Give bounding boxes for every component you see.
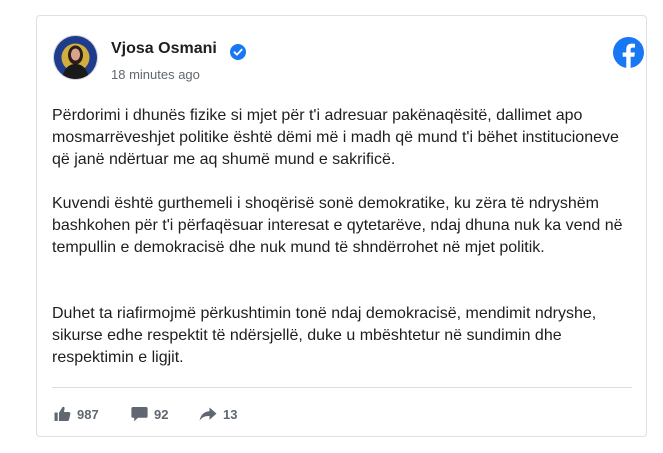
post-paragraph: Përdorimi i dhunës fizike si mjet për t'… — [52, 107, 619, 168]
like-count[interactable]: 987 — [54, 404, 99, 424]
facebook-logo-icon[interactable] — [613, 37, 644, 68]
share-count-value: 13 — [223, 406, 238, 422]
author-avatar[interactable] — [53, 35, 98, 80]
share-arrow-icon — [199, 407, 217, 421]
stats-divider — [52, 387, 632, 388]
facebook-post-card: Vjosa Osmani 18 minutes ago Përdorimi i … — [36, 15, 647, 437]
comment-count[interactable]: 92 — [131, 404, 168, 424]
post-paragraph: Duhet ta riafirmojmë përkushtimin tonë n… — [52, 305, 597, 366]
comment-count-value: 92 — [154, 406, 169, 422]
author-name[interactable]: Vjosa Osmani — [111, 40, 217, 58]
like-count-value: 987 — [77, 406, 99, 422]
post-body: Përdorimi i dhunës fizike si mjet për t'… — [52, 105, 632, 366]
post-timestamp[interactable]: 18 minutes ago — [111, 67, 200, 82]
avatar-photo — [54, 36, 97, 79]
post-paragraph: Kuvendi është gurthemeli i shoqërisë son… — [52, 195, 623, 256]
thumbs-up-icon — [54, 406, 71, 421]
comment-bubble-icon — [131, 407, 148, 422]
share-count[interactable]: 13 — [199, 404, 237, 424]
verified-badge-icon — [230, 44, 246, 60]
